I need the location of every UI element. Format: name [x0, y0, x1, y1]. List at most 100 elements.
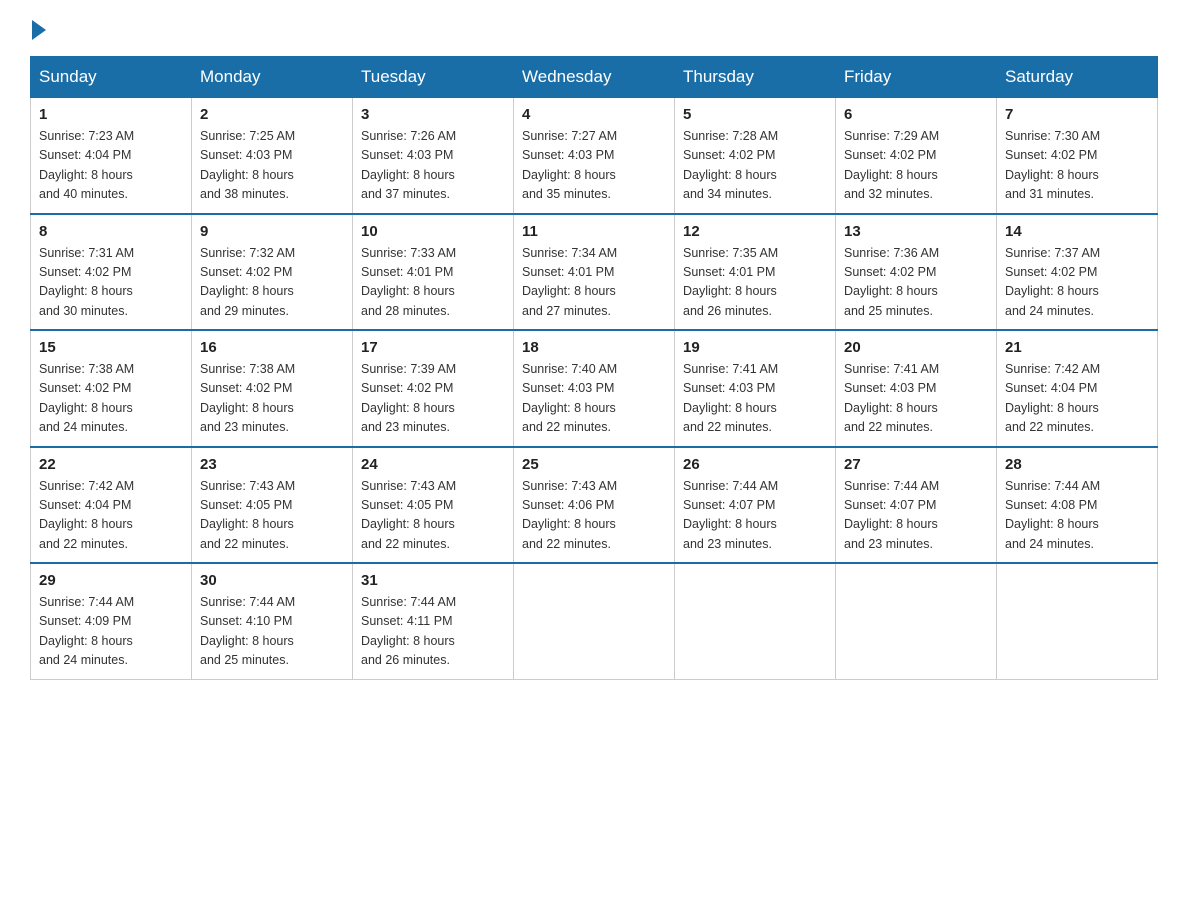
- day-cell: 17 Sunrise: 7:39 AMSunset: 4:02 PMDaylig…: [353, 330, 514, 447]
- day-number: 29: [39, 572, 183, 589]
- day-number: 27: [844, 456, 988, 473]
- day-info: Sunrise: 7:37 AMSunset: 4:02 PMDaylight:…: [1005, 244, 1149, 322]
- day-number: 12: [683, 223, 827, 240]
- day-cell: [997, 563, 1158, 679]
- day-number: 23: [200, 456, 344, 473]
- day-number: 17: [361, 339, 505, 356]
- day-cell: 30 Sunrise: 7:44 AMSunset: 4:10 PMDaylig…: [192, 563, 353, 679]
- day-number: 25: [522, 456, 666, 473]
- day-cell: 28 Sunrise: 7:44 AMSunset: 4:08 PMDaylig…: [997, 447, 1158, 564]
- day-number: 8: [39, 223, 183, 240]
- day-info: Sunrise: 7:44 AMSunset: 4:08 PMDaylight:…: [1005, 477, 1149, 555]
- day-cell: 21 Sunrise: 7:42 AMSunset: 4:04 PMDaylig…: [997, 330, 1158, 447]
- header-wednesday: Wednesday: [514, 57, 675, 98]
- day-number: 10: [361, 223, 505, 240]
- week-row-3: 15 Sunrise: 7:38 AMSunset: 4:02 PMDaylig…: [31, 330, 1158, 447]
- day-info: Sunrise: 7:44 AMSunset: 4:07 PMDaylight:…: [683, 477, 827, 555]
- day-info: Sunrise: 7:27 AMSunset: 4:03 PMDaylight:…: [522, 127, 666, 205]
- day-number: 2: [200, 106, 344, 123]
- day-cell: 27 Sunrise: 7:44 AMSunset: 4:07 PMDaylig…: [836, 447, 997, 564]
- day-info: Sunrise: 7:30 AMSunset: 4:02 PMDaylight:…: [1005, 127, 1149, 205]
- day-info: Sunrise: 7:42 AMSunset: 4:04 PMDaylight:…: [1005, 360, 1149, 438]
- page-header: [30, 20, 1158, 36]
- header-friday: Friday: [836, 57, 997, 98]
- day-cell: 9 Sunrise: 7:32 AMSunset: 4:02 PMDayligh…: [192, 214, 353, 331]
- day-cell: 4 Sunrise: 7:27 AMSunset: 4:03 PMDayligh…: [514, 98, 675, 214]
- day-info: Sunrise: 7:43 AMSunset: 4:05 PMDaylight:…: [361, 477, 505, 555]
- day-number: 14: [1005, 223, 1149, 240]
- week-row-1: 1 Sunrise: 7:23 AMSunset: 4:04 PMDayligh…: [31, 98, 1158, 214]
- day-number: 26: [683, 456, 827, 473]
- day-number: 22: [39, 456, 183, 473]
- day-info: Sunrise: 7:23 AMSunset: 4:04 PMDaylight:…: [39, 127, 183, 205]
- day-info: Sunrise: 7:35 AMSunset: 4:01 PMDaylight:…: [683, 244, 827, 322]
- day-info: Sunrise: 7:29 AMSunset: 4:02 PMDaylight:…: [844, 127, 988, 205]
- day-info: Sunrise: 7:42 AMSunset: 4:04 PMDaylight:…: [39, 477, 183, 555]
- day-number: 11: [522, 223, 666, 240]
- day-number: 6: [844, 106, 988, 123]
- day-number: 28: [1005, 456, 1149, 473]
- header-row: SundayMondayTuesdayWednesdayThursdayFrid…: [31, 57, 1158, 98]
- week-row-2: 8 Sunrise: 7:31 AMSunset: 4:02 PMDayligh…: [31, 214, 1158, 331]
- day-cell: 25 Sunrise: 7:43 AMSunset: 4:06 PMDaylig…: [514, 447, 675, 564]
- calendar-table: SundayMondayTuesdayWednesdayThursdayFrid…: [30, 56, 1158, 680]
- day-number: 16: [200, 339, 344, 356]
- day-cell: [514, 563, 675, 679]
- day-cell: 18 Sunrise: 7:40 AMSunset: 4:03 PMDaylig…: [514, 330, 675, 447]
- day-number: 30: [200, 572, 344, 589]
- day-cell: 11 Sunrise: 7:34 AMSunset: 4:01 PMDaylig…: [514, 214, 675, 331]
- day-info: Sunrise: 7:44 AMSunset: 4:07 PMDaylight:…: [844, 477, 988, 555]
- day-number: 5: [683, 106, 827, 123]
- day-cell: 13 Sunrise: 7:36 AMSunset: 4:02 PMDaylig…: [836, 214, 997, 331]
- day-cell: 26 Sunrise: 7:44 AMSunset: 4:07 PMDaylig…: [675, 447, 836, 564]
- day-info: Sunrise: 7:26 AMSunset: 4:03 PMDaylight:…: [361, 127, 505, 205]
- day-info: Sunrise: 7:39 AMSunset: 4:02 PMDaylight:…: [361, 360, 505, 438]
- day-cell: 2 Sunrise: 7:25 AMSunset: 4:03 PMDayligh…: [192, 98, 353, 214]
- week-row-4: 22 Sunrise: 7:42 AMSunset: 4:04 PMDaylig…: [31, 447, 1158, 564]
- day-cell: [836, 563, 997, 679]
- day-info: Sunrise: 7:43 AMSunset: 4:05 PMDaylight:…: [200, 477, 344, 555]
- day-number: 19: [683, 339, 827, 356]
- day-cell: [675, 563, 836, 679]
- day-cell: 15 Sunrise: 7:38 AMSunset: 4:02 PMDaylig…: [31, 330, 192, 447]
- day-number: 13: [844, 223, 988, 240]
- day-number: 7: [1005, 106, 1149, 123]
- day-number: 31: [361, 572, 505, 589]
- day-number: 4: [522, 106, 666, 123]
- day-cell: 24 Sunrise: 7:43 AMSunset: 4:05 PMDaylig…: [353, 447, 514, 564]
- day-info: Sunrise: 7:41 AMSunset: 4:03 PMDaylight:…: [683, 360, 827, 438]
- header-sunday: Sunday: [31, 57, 192, 98]
- header-tuesday: Tuesday: [353, 57, 514, 98]
- day-info: Sunrise: 7:40 AMSunset: 4:03 PMDaylight:…: [522, 360, 666, 438]
- logo-arrow-icon: [32, 20, 46, 40]
- day-cell: 3 Sunrise: 7:26 AMSunset: 4:03 PMDayligh…: [353, 98, 514, 214]
- header-saturday: Saturday: [997, 57, 1158, 98]
- day-cell: 10 Sunrise: 7:33 AMSunset: 4:01 PMDaylig…: [353, 214, 514, 331]
- day-number: 18: [522, 339, 666, 356]
- day-info: Sunrise: 7:32 AMSunset: 4:02 PMDaylight:…: [200, 244, 344, 322]
- header-monday: Monday: [192, 57, 353, 98]
- day-cell: 6 Sunrise: 7:29 AMSunset: 4:02 PMDayligh…: [836, 98, 997, 214]
- day-number: 9: [200, 223, 344, 240]
- day-info: Sunrise: 7:36 AMSunset: 4:02 PMDaylight:…: [844, 244, 988, 322]
- day-number: 15: [39, 339, 183, 356]
- day-info: Sunrise: 7:25 AMSunset: 4:03 PMDaylight:…: [200, 127, 344, 205]
- day-info: Sunrise: 7:33 AMSunset: 4:01 PMDaylight:…: [361, 244, 505, 322]
- day-cell: 19 Sunrise: 7:41 AMSunset: 4:03 PMDaylig…: [675, 330, 836, 447]
- week-row-5: 29 Sunrise: 7:44 AMSunset: 4:09 PMDaylig…: [31, 563, 1158, 679]
- day-info: Sunrise: 7:44 AMSunset: 4:10 PMDaylight:…: [200, 593, 344, 671]
- logo: [30, 20, 48, 36]
- day-number: 3: [361, 106, 505, 123]
- day-info: Sunrise: 7:28 AMSunset: 4:02 PMDaylight:…: [683, 127, 827, 205]
- day-number: 24: [361, 456, 505, 473]
- day-cell: 12 Sunrise: 7:35 AMSunset: 4:01 PMDaylig…: [675, 214, 836, 331]
- day-info: Sunrise: 7:38 AMSunset: 4:02 PMDaylight:…: [200, 360, 344, 438]
- day-info: Sunrise: 7:44 AMSunset: 4:11 PMDaylight:…: [361, 593, 505, 671]
- day-cell: 1 Sunrise: 7:23 AMSunset: 4:04 PMDayligh…: [31, 98, 192, 214]
- day-cell: 8 Sunrise: 7:31 AMSunset: 4:02 PMDayligh…: [31, 214, 192, 331]
- day-info: Sunrise: 7:41 AMSunset: 4:03 PMDaylight:…: [844, 360, 988, 438]
- day-cell: 22 Sunrise: 7:42 AMSunset: 4:04 PMDaylig…: [31, 447, 192, 564]
- day-number: 20: [844, 339, 988, 356]
- day-cell: 31 Sunrise: 7:44 AMSunset: 4:11 PMDaylig…: [353, 563, 514, 679]
- day-info: Sunrise: 7:34 AMSunset: 4:01 PMDaylight:…: [522, 244, 666, 322]
